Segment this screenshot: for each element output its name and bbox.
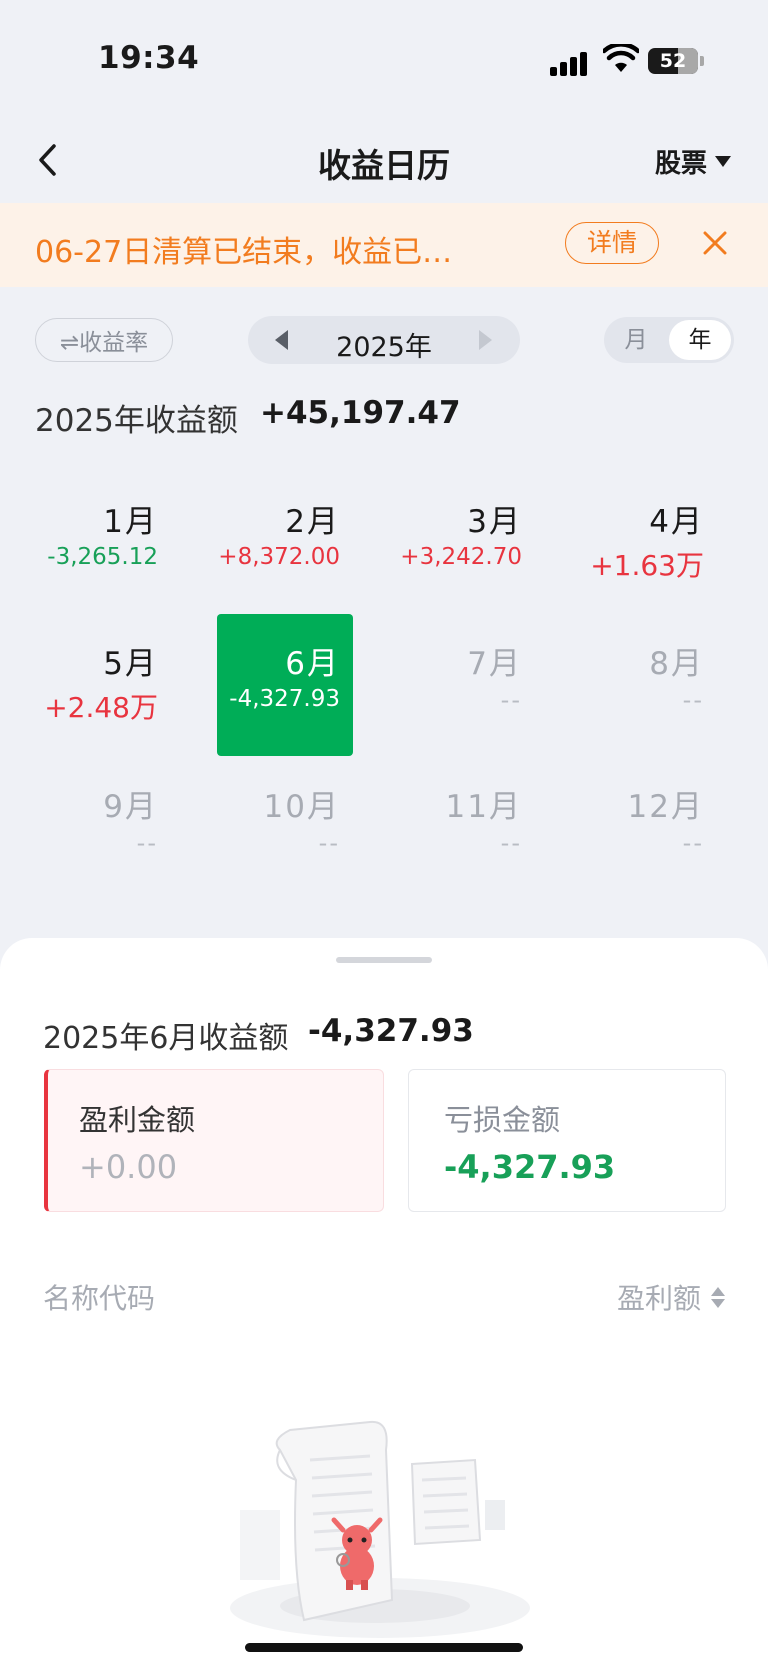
status-time: 19:34 xyxy=(98,40,200,76)
segment-year[interactable]: 年 xyxy=(669,320,731,360)
caret-down-icon xyxy=(715,156,732,167)
month-cell[interactable]: 3月 +3,242.70 xyxy=(399,472,535,614)
profit-amount-title: 盈利金额 xyxy=(79,1103,196,1137)
next-year-arrow-icon[interactable] xyxy=(479,330,492,350)
month-label: 3月 xyxy=(467,504,522,540)
month-value: +8,372.00 xyxy=(218,544,340,570)
month-label: 4月 xyxy=(649,504,704,540)
month-total-value: -4,327.93 xyxy=(308,1013,474,1049)
asset-type-dropdown[interactable]: 股票 xyxy=(655,143,732,180)
month-value: -- xyxy=(682,829,704,857)
list-header-name-code: 名称代码 xyxy=(43,1282,156,1315)
month-cell[interactable]: 5月 +2.48万 xyxy=(35,614,171,756)
empty-state-illustration xyxy=(230,1420,530,1638)
month-label: 2月 xyxy=(285,504,340,540)
month-label: 11月 xyxy=(445,789,522,825)
sheet-drag-handle[interactable] xyxy=(336,957,432,963)
sort-column-label: 盈利额 xyxy=(617,1282,702,1315)
month-value: -4,327.93 xyxy=(229,686,340,712)
month-cell[interactable]: 4月 +1.63万 xyxy=(581,472,717,614)
notice-detail-button[interactable]: 详情 xyxy=(565,222,659,264)
year-total-value: +45,197.47 xyxy=(260,395,461,431)
month-cell[interactable]: 12月 -- xyxy=(581,757,717,899)
profit-amount-card[interactable] xyxy=(44,1069,384,1212)
month-label: 1月 xyxy=(103,504,158,540)
month-cell[interactable]: 7月 -- xyxy=(399,614,535,756)
page-title: 收益日历 xyxy=(318,146,450,185)
sort-by-profit-button[interactable]: 盈利额 xyxy=(617,1277,726,1317)
profit-amount-value: +0.00 xyxy=(79,1148,178,1186)
month-value: -- xyxy=(318,829,340,857)
home-indicator xyxy=(245,1643,523,1652)
month-cell[interactable]: 10月 -- xyxy=(217,757,353,899)
wifi-icon xyxy=(603,44,639,72)
month-value: +2.48万 xyxy=(44,691,158,724)
month-label: 8月 xyxy=(649,646,704,682)
month-cell[interactable]: 9月 -- xyxy=(35,757,171,899)
month-cell[interactable]: 6月 -4,327.93 xyxy=(217,614,353,756)
month-label: 5月 xyxy=(103,646,158,682)
loss-amount-title: 亏损金额 xyxy=(444,1103,561,1137)
cellular-signal-icon xyxy=(550,50,590,76)
month-value: -3,265.12 xyxy=(47,544,158,570)
sort-arrows-icon xyxy=(711,1286,726,1308)
month-label: 7月 xyxy=(467,646,522,682)
battery-level: 52 xyxy=(659,50,687,72)
month-label: 10月 xyxy=(263,789,340,825)
month-value: -- xyxy=(136,829,158,857)
month-cell[interactable]: 11月 -- xyxy=(399,757,535,899)
notice-text: 06-27日清算已结束，收益已… xyxy=(35,235,453,270)
battery-tip xyxy=(700,56,704,66)
segment-month[interactable]: 月 xyxy=(604,317,668,363)
asset-type-label: 股票 xyxy=(655,149,708,179)
close-icon[interactable] xyxy=(702,230,728,256)
month-cell[interactable]: 2月 +8,372.00 xyxy=(217,472,353,614)
month-value: +1.63万 xyxy=(590,549,704,582)
month-cell[interactable]: 8月 -- xyxy=(581,614,717,756)
loss-amount-value: -4,327.93 xyxy=(444,1148,616,1186)
month-label: 6月 xyxy=(285,646,340,682)
month-value: +3,242.70 xyxy=(400,544,522,570)
battery-icon: 52 xyxy=(648,48,698,74)
year-total-label: 2025年收益额 xyxy=(35,403,238,439)
month-value: -- xyxy=(682,686,704,714)
month-label: 9月 xyxy=(103,789,158,825)
loss-amount-card[interactable] xyxy=(408,1069,726,1212)
month-value: -- xyxy=(500,829,522,857)
return-rate-toggle-button[interactable]: ⇌收益率 xyxy=(35,318,173,362)
month-cell[interactable]: 1月 -3,265.12 xyxy=(35,472,171,614)
month-label: 12月 xyxy=(627,789,704,825)
month-value: -- xyxy=(500,686,522,714)
month-total-label: 2025年6月收益额 xyxy=(43,1021,289,1056)
